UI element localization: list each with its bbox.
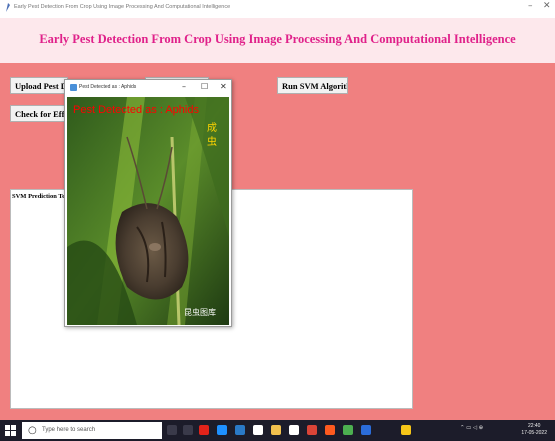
- detection-overlay-text: Pest Detected as : Aphids: [73, 104, 199, 116]
- window-title: Early Pest Detection From Crop Using Ima…: [14, 4, 231, 10]
- app-icon-green[interactable]: [343, 425, 353, 435]
- watermark-bottom: 昆虫图库: [184, 307, 216, 317]
- file-icon[interactable]: [253, 425, 263, 435]
- app-icon: [70, 84, 77, 91]
- windows-start-icon[interactable]: [5, 425, 16, 436]
- watermark-top: 成: [207, 122, 217, 134]
- popup-maximize-button[interactable]: ☐: [201, 82, 208, 91]
- popup-title: Pest Detected as : Aphids: [79, 84, 137, 90]
- opera-icon[interactable]: [199, 425, 209, 435]
- popup-title-bar: Pest Detected as : Aphids – ☐ ✕: [65, 80, 231, 96]
- search-placeholder: Type here to search: [42, 427, 96, 433]
- chrome-icon[interactable]: [307, 425, 317, 435]
- popup-minimize-button[interactable]: –: [182, 82, 186, 91]
- clock-time: 22:40: [527, 423, 541, 429]
- python-icon[interactable]: [401, 425, 411, 435]
- svm-prediction-label: SVM Prediction Te: [12, 193, 65, 200]
- search-icon: ○: [28, 425, 37, 436]
- task-view-icon[interactable]: [183, 425, 193, 435]
- pest-detected-window[interactable]: Pest Detected as : Aphids – ☐ ✕ Pest Det…: [64, 79, 232, 327]
- pest-image: Pest Detected as : Aphids 成 虫 昆虫图库: [67, 97, 229, 325]
- document-icon[interactable]: [289, 425, 299, 435]
- tray-icons[interactable]: ⌃ ▭ ◁ ⊕: [460, 425, 483, 431]
- microphone-icon[interactable]: [167, 425, 177, 435]
- folder-icon[interactable]: [271, 425, 281, 435]
- window-title-bar: Early Pest Detection From Crop Using Ima…: [0, 0, 555, 18]
- watermark-top-2: 虫: [207, 136, 217, 148]
- close-button[interactable]: ✕: [543, 1, 551, 11]
- app-icon-blue[interactable]: [361, 425, 371, 435]
- popup-close-button[interactable]: ✕: [220, 82, 227, 91]
- page-title: Early Pest Detection From Crop Using Ima…: [39, 32, 516, 46]
- run-svm-button[interactable]: Run SVM Algorithm: [277, 77, 348, 94]
- header-banner: Early Pest Detection From Crop Using Ima…: [0, 18, 555, 63]
- minimize-button[interactable]: –: [528, 1, 533, 11]
- edge-icon[interactable]: [217, 425, 227, 435]
- store-icon[interactable]: [235, 425, 245, 435]
- clock-date: 17-05-2022: [521, 430, 547, 436]
- check-effect-button[interactable]: Check for Effect: [10, 105, 68, 122]
- app-icon-orange[interactable]: [325, 425, 335, 435]
- feather-icon: [6, 3, 10, 12]
- clock[interactable]: 22:40 17-05-2022: [521, 423, 547, 437]
- upload-dataset-button[interactable]: Upload Pest Dat: [10, 77, 68, 94]
- taskbar: ○ Type here to search ⌃ ▭ ◁ ⊕ 22:40 17-0…: [0, 420, 555, 441]
- taskbar-search-box[interactable]: ○ Type here to search: [22, 422, 162, 439]
